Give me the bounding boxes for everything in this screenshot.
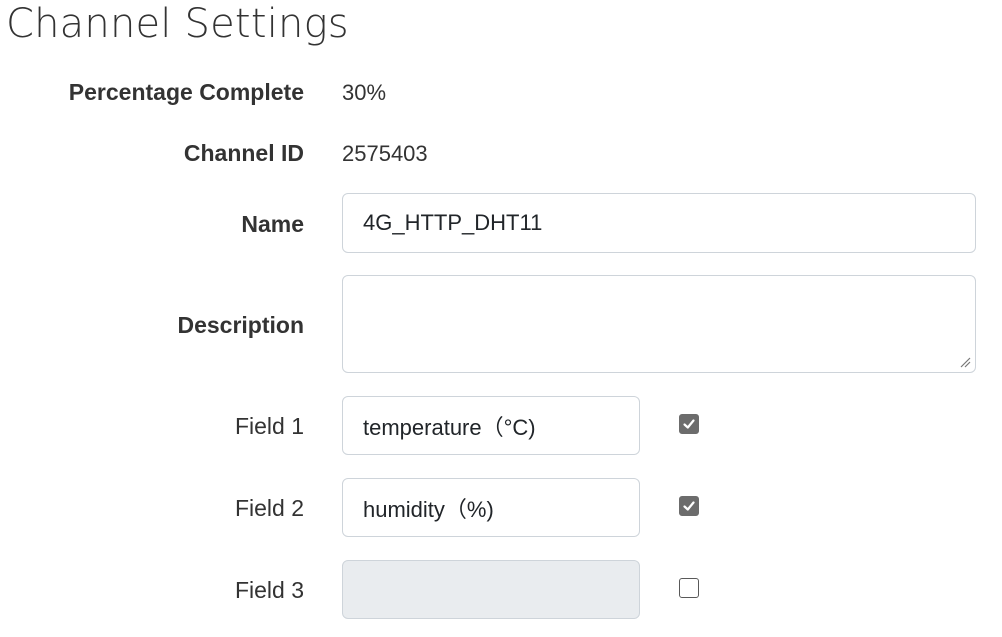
field-2-checkbox[interactable]	[679, 496, 699, 516]
field-1-label: Field 1	[234, 413, 304, 439]
name-input[interactable]	[342, 193, 976, 253]
name-label: Name	[241, 211, 304, 237]
resize-handle-icon[interactable]	[959, 356, 971, 368]
field-3-checkbox[interactable]	[679, 578, 699, 598]
field-2-input[interactable]	[342, 478, 640, 537]
field-2-label: Field 2	[234, 495, 304, 521]
channel-id-value: 2575403	[342, 141, 428, 166]
field-3-label: Field 3	[234, 577, 304, 603]
page-title: Channel Settings	[6, 1, 349, 47]
field-1-checkbox[interactable]	[679, 414, 699, 434]
description-label: Description	[177, 312, 304, 338]
field-3-input[interactable]	[342, 560, 640, 619]
field-1-input[interactable]	[342, 396, 640, 455]
checkmark-icon	[683, 501, 695, 511]
checkmark-icon	[683, 419, 695, 429]
channel-id-label: Channel ID	[183, 140, 304, 166]
description-textarea[interactable]	[342, 275, 976, 373]
percentage-complete-value: 30%	[342, 80, 387, 105]
percentage-complete-label: Percentage Complete	[68, 79, 304, 105]
